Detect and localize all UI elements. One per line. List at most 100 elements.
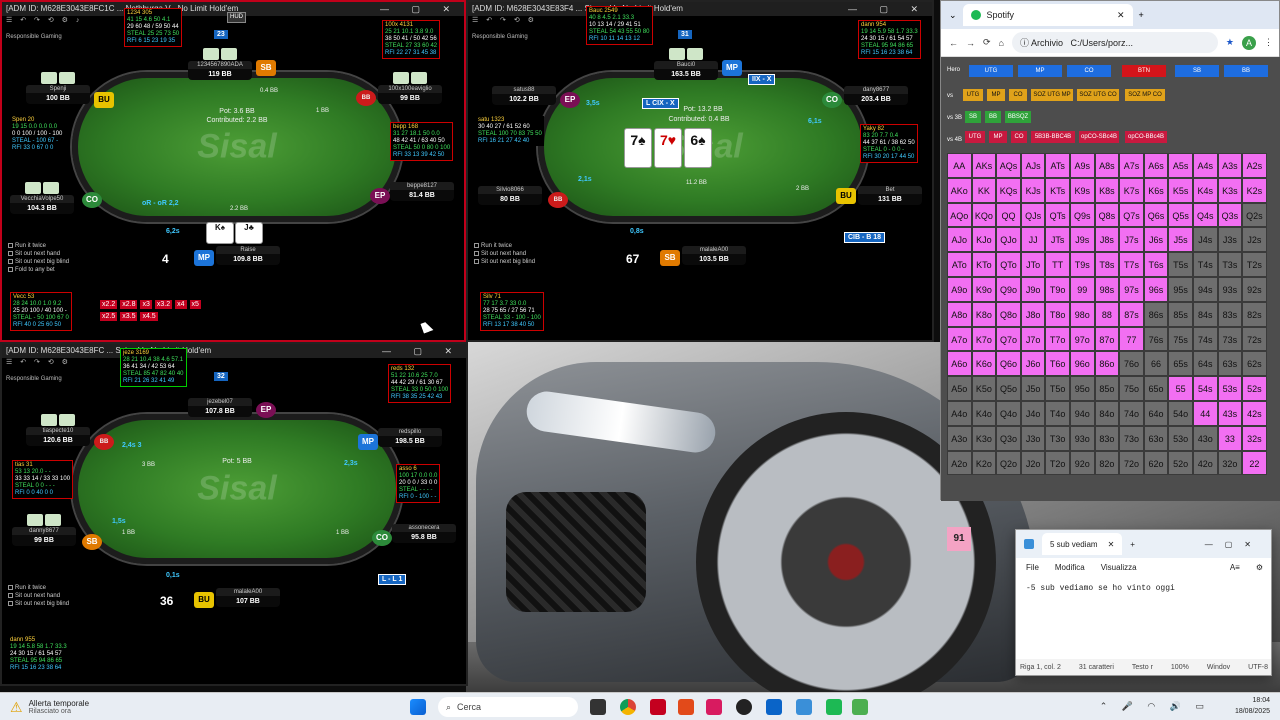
responsible-gaming-link[interactable]: Responsible Gaming xyxy=(472,34,528,40)
menu-file[interactable]: File xyxy=(1026,563,1039,572)
hero-pos-btn[interactable]: BTN xyxy=(1122,65,1166,77)
seat-right-top[interactable]: redspillo 198.5 BB xyxy=(378,428,442,447)
notepad-tab[interactable]: 5 sub vediam ✕ xyxy=(1042,533,1123,555)
vs3b-sb[interactable]: SB xyxy=(965,111,981,123)
poker-table-window-1[interactable]: [ADM ID: M628E3043E8FC1C ... Nothburga V… xyxy=(0,0,466,342)
size-button[interactable]: x3.5 xyxy=(120,312,138,321)
seat-left-bottom[interactable]: VecchiaVolpe50 104.3 BB xyxy=(10,182,74,214)
new-tab-icon[interactable]: + xyxy=(1139,10,1144,20)
size-button[interactable]: x3 xyxy=(140,300,152,309)
option-sit-out-hand[interactable]: Sit out next hand xyxy=(8,592,69,600)
poker-table-window-2[interactable]: [ADM ID: M628E3043E83F4 ... Sirene V - N… xyxy=(466,0,934,342)
seat-left-top[interactable]: tiaspecte10 120.6 BB xyxy=(26,414,90,446)
settings-icon[interactable]: ⚙ xyxy=(1256,563,1263,572)
spotify-app-icon[interactable] xyxy=(826,699,842,715)
option-run-it-twice[interactable]: Run it twice xyxy=(474,242,535,250)
seat-right-bottom[interactable]: beppe8127 81.4 BB xyxy=(390,182,454,201)
option-sit-out-bb[interactable]: Sit out next big blind xyxy=(8,258,69,266)
shield-icon[interactable] xyxy=(678,699,694,715)
notepad-titlebar[interactable]: 5 sub vediam ✕ + —▢✕ xyxy=(1016,530,1271,558)
size-button[interactable]: x5 xyxy=(189,300,201,309)
hero-seat[interactable]: malaleA00 103.5 BB xyxy=(682,246,746,265)
vs3b-bb[interactable]: BB xyxy=(985,111,1001,123)
vs4b-co[interactable]: CO xyxy=(1011,131,1027,143)
poker-table-window-3[interactable]: [ADM ID: M628E3043E8FC ... Saipn V - No … xyxy=(0,342,468,686)
seat-left-top[interactable]: satus88 102.2 BB xyxy=(492,86,556,105)
active-app-icon[interactable] xyxy=(852,699,868,715)
notepad-text-area[interactable]: -5 sub vediamo se ho vinto oggi xyxy=(1016,576,1271,651)
sisal-app-icon[interactable] xyxy=(736,699,752,715)
vs-utg[interactable]: UTG xyxy=(963,89,983,101)
vs4b-opco-bb[interactable]: opCO-BBc4B xyxy=(1125,131,1167,143)
vs4b-5b3b[interactable]: 5B3B-BBC4B xyxy=(1031,131,1075,143)
address-bar[interactable]: ← → ⟳ ⌂ ⓘ Archivio C:/Users/porz... ★ A … xyxy=(941,29,1279,57)
format-icon[interactable]: A≡ xyxy=(1230,563,1240,572)
browser-window[interactable]: ⌄ Spotify ✕ + ← → ⟳ ⌂ ⓘ Archivio C:/User… xyxy=(940,0,1280,551)
poker-app-icon[interactable] xyxy=(650,699,666,715)
option-run-it-twice[interactable]: Run it twice xyxy=(8,242,69,250)
windows-start-icon[interactable] xyxy=(410,699,426,715)
hero-pos-bb[interactable]: BB xyxy=(1224,65,1268,77)
close-tab-icon[interactable]: ✕ xyxy=(1108,540,1115,549)
seat-top[interactable]: 1234567890ADA 119 BB xyxy=(188,48,252,80)
window-controls[interactable]: — ▢ ✕ xyxy=(848,2,928,16)
browser-tab-bar[interactable]: ⌄ Spotify ✕ + xyxy=(941,1,1279,29)
back-icon[interactable]: ← xyxy=(949,38,958,48)
hero-seat[interactable]: Raise 109.8 BB xyxy=(216,246,280,265)
seat-left-bottom[interactable]: danny8677 99 BB xyxy=(12,514,76,546)
weather-widget[interactable]: ⚠ Allerta temporale Rilasciato ora xyxy=(10,693,89,720)
vs-sqz-mp-co[interactable]: SOZ MP CO xyxy=(1125,89,1165,101)
vs-sqz-utg-co[interactable]: SOZ UTG CO xyxy=(1077,89,1119,101)
hero-pos-utg[interactable]: UTG xyxy=(969,65,1013,77)
window-controls[interactable]: — ▢ ✕ xyxy=(380,2,460,16)
option-sit-out-hand[interactable]: Sit out next hand xyxy=(474,250,535,258)
url-field[interactable]: ⓘ Archivio C:/Users/porz... xyxy=(1011,32,1218,53)
seat-right-top[interactable]: 100x100eaviglio 99 BB xyxy=(378,72,442,104)
task-view-icon[interactable] xyxy=(590,699,606,715)
browser-tab[interactable]: Spotify ✕ xyxy=(962,4,1133,26)
vs-sqz-utg-mp[interactable]: SOZ UTG MP xyxy=(1031,89,1073,101)
seat-right-bottom[interactable]: Bet 131 BB xyxy=(858,186,922,205)
hero-seat[interactable]: malaleA00 107 BB xyxy=(216,588,280,607)
menu-view[interactable]: Visualizza xyxy=(1101,563,1137,572)
size-button[interactable]: x2.8 xyxy=(120,300,138,309)
window-controls[interactable]: — ▢ ✕ xyxy=(382,344,462,358)
clock[interactable]: 18:04 18/08/2025 xyxy=(1235,695,1270,717)
size-button[interactable]: x3.2 xyxy=(154,300,173,309)
hero-pos-mp[interactable]: MP xyxy=(1018,65,1062,77)
vs3b-bbsqz[interactable]: BBSQZ xyxy=(1005,111,1031,123)
chrome-icon[interactable] xyxy=(620,699,636,715)
seat-left-bottom[interactable]: Silvio8066 80 BB xyxy=(478,186,542,205)
home-icon[interactable]: ⌂ xyxy=(999,38,1004,48)
taskbar[interactable]: ⚠ Allerta temporale Rilasciato ora ⌕ Cerca… xyxy=(0,692,1280,720)
vs4b-opco-sb[interactable]: opCO-SBc4B xyxy=(1079,131,1119,143)
avatar[interactable]: A xyxy=(1242,35,1256,50)
window-controls[interactable]: —▢✕ xyxy=(1205,540,1263,549)
seat-right-bottom[interactable]: assonecera 95.8 BB xyxy=(392,524,456,543)
seat-top[interactable]: Bauci0 163.5 BB xyxy=(654,48,718,80)
notepad-menubar[interactable]: File Modifica Visualizza A≡ ⚙ xyxy=(1016,558,1271,576)
option-sit-out-hand[interactable]: Sit out next hand xyxy=(8,250,69,258)
option-run-it-twice[interactable]: Run it twice xyxy=(8,584,69,592)
size-button[interactable]: x2.5 xyxy=(100,312,118,321)
notepad-app-icon[interactable] xyxy=(796,699,812,715)
vs-co[interactable]: CO xyxy=(1009,89,1027,101)
responsible-gaming-link[interactable]: Responsible Gaming xyxy=(6,34,62,40)
size-button[interactable]: x4 xyxy=(175,300,187,309)
seat-left-top[interactable]: Spenji 100 BB xyxy=(26,72,90,104)
table-options[interactable]: Run it twice Sit out next hand Sit out n… xyxy=(474,242,535,266)
notepad-window[interactable]: 5 sub vediam ✕ + —▢✕ File Modifica Visual… xyxy=(1015,529,1272,676)
seat-right-top[interactable]: dany8677 203.4 BB xyxy=(844,86,908,105)
table-options[interactable]: Run it twice Sit out next hand Sit out n… xyxy=(8,584,69,608)
hud-badge[interactable]: HUD xyxy=(227,12,246,23)
grid-app-icon[interactable] xyxy=(706,699,722,715)
bookmark-star-icon[interactable]: ★ xyxy=(1226,37,1234,48)
close-tab-icon[interactable]: ✕ xyxy=(1117,10,1125,21)
vs-mp[interactable]: MP xyxy=(987,89,1005,101)
option-sit-out-bb[interactable]: Sit out next big blind xyxy=(474,258,535,266)
hero-pos-co[interactable]: CO xyxy=(1067,65,1111,77)
more-icon[interactable]: ⋮ xyxy=(1264,37,1273,48)
new-tab-icon[interactable]: + xyxy=(1130,540,1135,549)
taskbar-search[interactable]: ⌕ Cerca xyxy=(438,697,578,717)
hero-pos-sb[interactable]: SB xyxy=(1175,65,1219,77)
